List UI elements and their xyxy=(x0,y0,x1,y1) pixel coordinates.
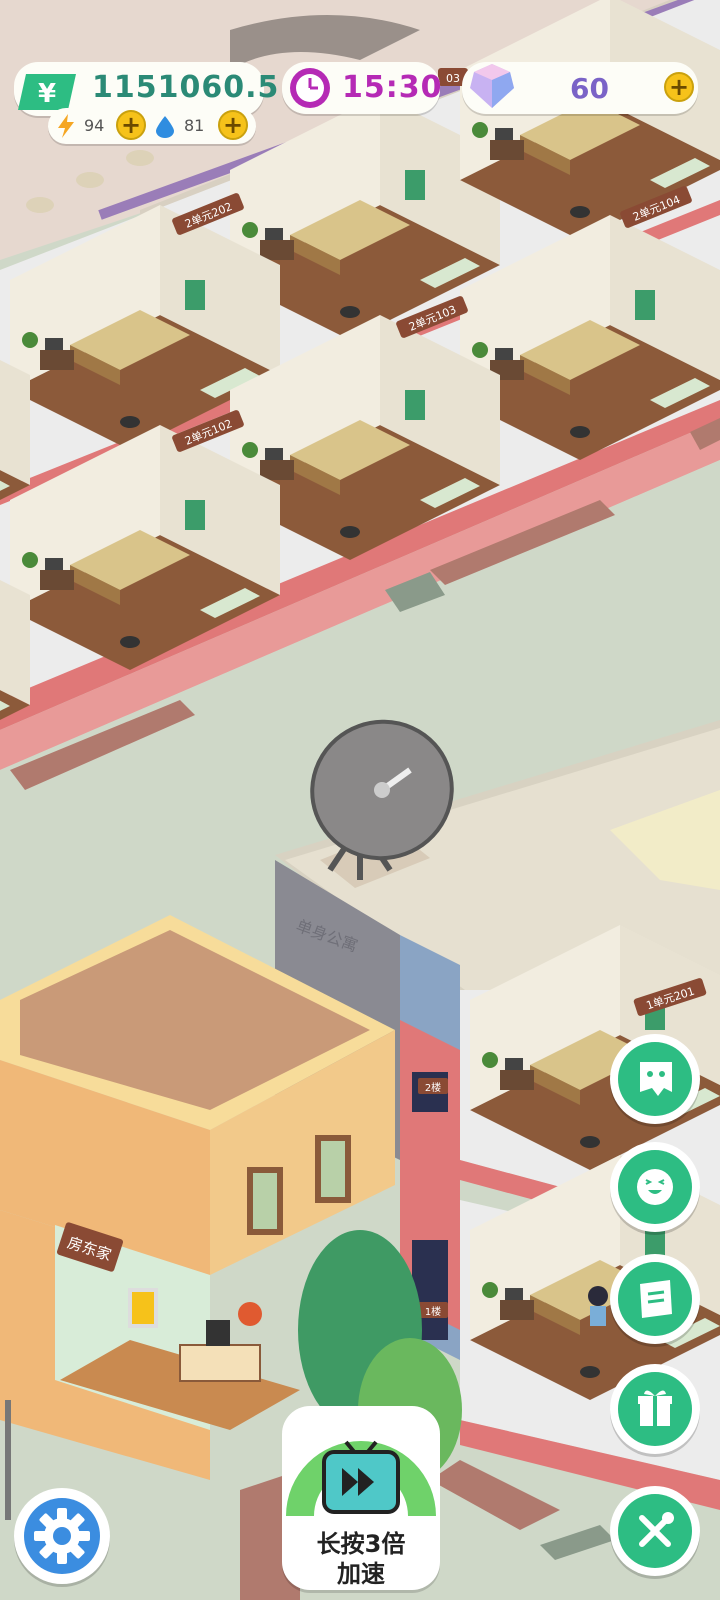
tv-fast-forward-icon xyxy=(286,1440,436,1516)
svg-text:03: 03 xyxy=(446,72,460,85)
water-drop-icon xyxy=(156,116,174,138)
boost-label-line2: 加速 xyxy=(337,1560,385,1588)
svg-text:¥: ¥ xyxy=(38,79,56,109)
note-icon xyxy=(640,1280,672,1318)
gift-icon xyxy=(638,1390,672,1426)
add-gems-button[interactable]: + xyxy=(664,72,694,102)
add-water-button[interactable]: + xyxy=(218,110,248,140)
chat-button[interactable] xyxy=(610,1034,700,1124)
svg-text:2楼: 2楼 xyxy=(425,1081,441,1094)
tasks-button[interactable] xyxy=(610,1254,700,1344)
smiley-icon xyxy=(637,1169,673,1205)
diamond-icon xyxy=(470,64,514,108)
money-value: 1151060.5 xyxy=(92,70,280,105)
settings-button[interactable] xyxy=(14,1488,110,1584)
gem-value: 60 xyxy=(570,72,609,105)
gift-button[interactable] xyxy=(610,1364,700,1454)
tenant-character[interactable] xyxy=(588,1286,608,1326)
gear-icon xyxy=(24,1498,100,1574)
tools-icon xyxy=(639,1512,674,1547)
water-value: 81 xyxy=(184,116,205,135)
lightning-icon xyxy=(58,114,74,138)
floor-plate-2: 2楼 xyxy=(418,1078,448,1094)
energy-value: 94 xyxy=(84,116,105,135)
add-energy-button[interactable]: + xyxy=(116,110,146,140)
time-value: 15:30 xyxy=(342,70,443,105)
floor-plate-1: 1楼 xyxy=(418,1302,448,1318)
svg-text:1楼: 1楼 xyxy=(425,1305,441,1318)
clock-icon xyxy=(290,68,330,108)
build-tools-button[interactable] xyxy=(610,1486,700,1576)
game-scene[interactable]: 2单元202 2单元104 2单元103 2单元102 03 单身公寓 2楼 1… xyxy=(0,0,720,1600)
speed-boost-button[interactable]: 长按3倍 加速 xyxy=(282,1406,440,1590)
social-button[interactable] xyxy=(610,1142,700,1232)
ghost-chat-icon xyxy=(640,1062,672,1096)
